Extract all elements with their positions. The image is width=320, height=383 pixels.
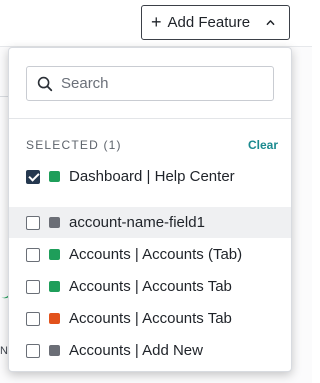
color-swatch-icon — [49, 249, 60, 260]
color-swatch-icon — [49, 217, 60, 228]
search-divider — [9, 118, 291, 119]
selected-header: SELECTED (1) Clear — [26, 137, 278, 153]
feature-option-label: Accounts | Accounts (Tab) — [69, 246, 243, 263]
checkbox[interactable] — [26, 311, 40, 326]
color-swatch-icon — [49, 281, 60, 292]
search-input[interactable] — [61, 75, 251, 92]
selected-count-label: SELECTED (1) — [26, 138, 122, 152]
feature-option-label: Accounts | Accounts Tab — [69, 278, 232, 295]
feature-option-label: Accounts | Add New — [69, 342, 203, 359]
feature-dropdown-panel: SELECTED (1) Clear Dashboard | Help Cent… — [8, 47, 292, 372]
checkbox-checked[interactable] — [26, 169, 40, 184]
search-box[interactable] — [26, 66, 274, 101]
chevron-up-icon — [266, 20, 275, 26]
feature-option-row[interactable]: Accounts | Accounts Tab — [9, 303, 291, 334]
checkbox[interactable] — [26, 247, 40, 262]
clear-selection-button[interactable]: Clear — [248, 138, 278, 152]
feature-option-label: account-name-field1 — [69, 214, 205, 231]
feature-option-label: Accounts | Accounts Tab — [69, 310, 232, 327]
search-icon — [37, 76, 53, 91]
app-stage: No + Add Feature SELECTED (1) Clear Dash… — [0, 0, 312, 383]
plus-icon: + — [151, 11, 162, 32]
color-swatch-icon — [49, 313, 60, 324]
feature-option-row[interactable]: Accounts | Accounts (Tab) — [9, 239, 291, 270]
add-feature-button[interactable]: + Add Feature — [141, 5, 290, 40]
checkbox[interactable] — [26, 215, 40, 230]
checkbox[interactable] — [26, 343, 40, 358]
color-swatch-icon — [49, 345, 60, 356]
feature-option-label: Dashboard | Help Center — [69, 168, 235, 185]
feature-option-row[interactable]: Accounts | Accounts Tab — [9, 271, 291, 302]
feature-option-row[interactable]: Dashboard | Help Center — [9, 161, 291, 192]
feature-option-row[interactable]: Accounts | Add New — [9, 335, 291, 366]
add-feature-label: Add Feature — [167, 14, 251, 31]
checkbox[interactable] — [26, 279, 40, 294]
color-swatch-icon — [49, 171, 60, 182]
feature-option-row[interactable]: account-name-field1 — [9, 207, 291, 238]
